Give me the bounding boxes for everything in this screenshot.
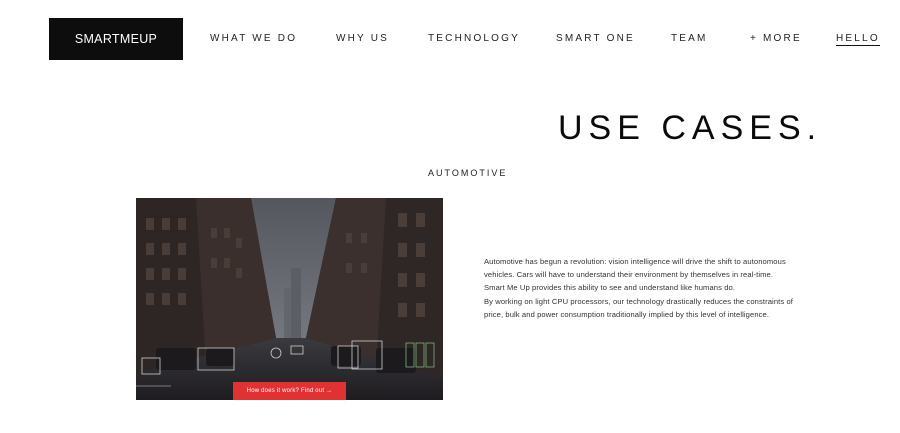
street-scene-illustration bbox=[136, 198, 443, 400]
nav-item-more[interactable]: + MORE bbox=[750, 33, 802, 44]
nav-item-team[interactable]: TEAM bbox=[671, 33, 708, 44]
hero-image bbox=[136, 198, 443, 400]
nav-item-smart-one[interactable]: SMART ONE bbox=[556, 33, 635, 44]
section-label: AUTOMOTIVE bbox=[428, 168, 508, 178]
page-title: USE CASES. bbox=[558, 108, 823, 147]
description-paragraph: By working on light CPU processors, our … bbox=[484, 296, 793, 319]
nav-item-why-us[interactable]: WHY US bbox=[336, 33, 389, 44]
nav-item-hello[interactable]: HELLO bbox=[836, 33, 880, 46]
main-nav: WHAT WE DO WHY US TECHNOLOGY SMART ONE T… bbox=[0, 33, 900, 47]
description-paragraph: Automotive has begun a revolution: visio… bbox=[484, 257, 786, 293]
nav-item-technology[interactable]: TECHNOLOGY bbox=[428, 33, 520, 44]
how-it-works-button[interactable]: How does it work? Find out → bbox=[233, 382, 346, 400]
how-it-works-button-label: How does it work? Find out → bbox=[246, 388, 333, 394]
use-case-description: Automotive has begun a revolution: visio… bbox=[484, 255, 796, 321]
nav-item-what-we-do[interactable]: WHAT WE DO bbox=[210, 33, 297, 44]
